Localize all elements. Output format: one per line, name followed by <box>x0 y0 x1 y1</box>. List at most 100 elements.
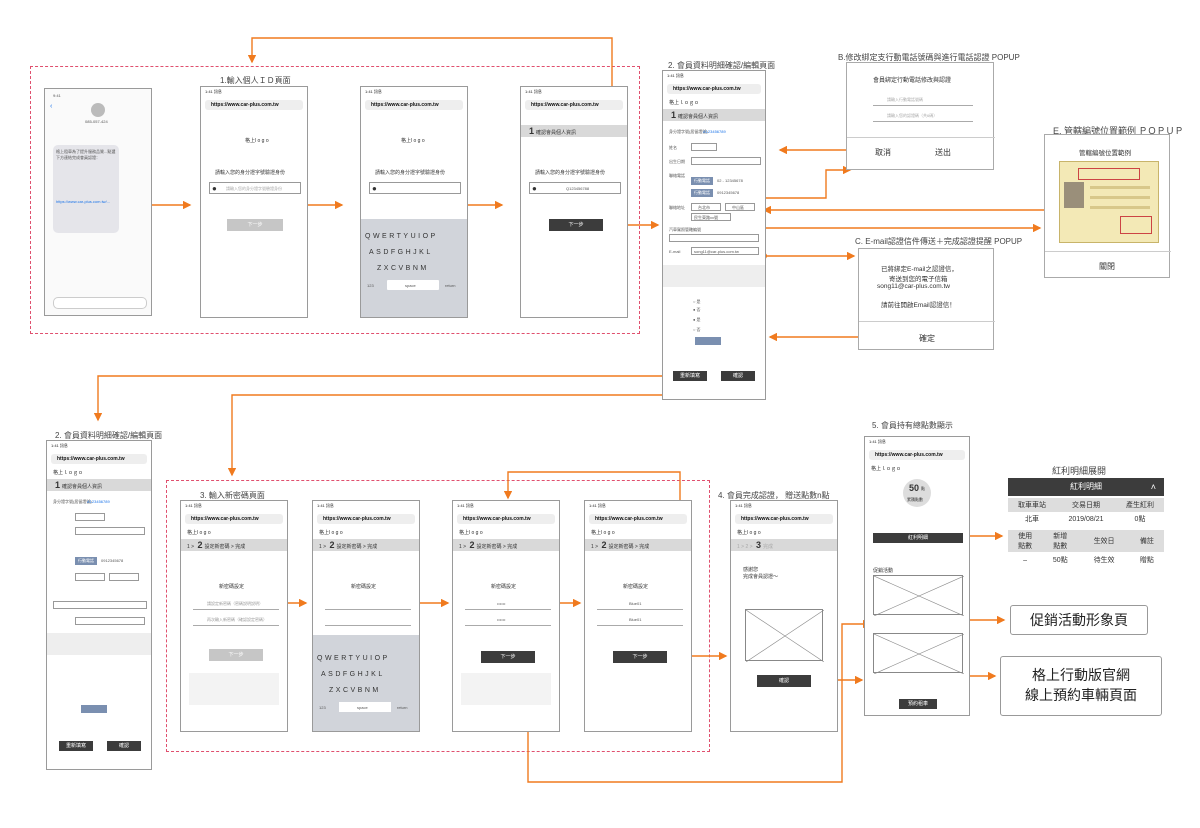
url-bar[interactable]: https://www.car-plus.com.tw <box>185 514 283 524</box>
activity-banner-2 <box>873 633 964 674</box>
kb-row3[interactable]: ZXCVBNM <box>329 687 381 694</box>
next-button[interactable]: 下一步 <box>481 651 535 663</box>
pw-phone-1: 1:41 訊息 https://www.car-plus.com.tw 格上l … <box>180 500 288 732</box>
reset-button[interactable]: 重新填寫 <box>59 741 93 751</box>
kb-space[interactable]: space <box>387 280 439 290</box>
bonus-table-header[interactable]: 紅利明細 ˄ <box>1008 478 1164 496</box>
name-field[interactable] <box>75 513 105 521</box>
url-bar[interactable]: https://www.car-plus.com.tw <box>51 454 147 464</box>
url-bar[interactable]: https://www.car-plus.com.tw <box>589 514 687 524</box>
kb-123[interactable]: 123 <box>319 705 326 710</box>
kb-return[interactable]: return <box>445 283 455 288</box>
pw-ph-1: 請設定新密碼（密碼說明說明） <box>207 601 263 606</box>
city-select[interactable]: 台北市 <box>691 203 721 211</box>
url-bar[interactable]: https://www.car-plus.com.tw <box>525 100 623 110</box>
book-button[interactable]: 預約租車 <box>899 699 937 709</box>
home-phone: 02 - 12345678 <box>717 178 743 183</box>
popup-c-line2: 寄送到您的電子信箱 <box>889 276 948 283</box>
id-input[interactable]: ● 請輸入您的身分證字號驗證身份 <box>209 182 301 194</box>
city-select[interactable] <box>75 573 105 581</box>
step-bar: 1 > 2 設定新密碼 > 完成 <box>585 539 691 551</box>
bonus-detail-button[interactable]: 紅利明細 <box>873 533 963 543</box>
pw-field-2[interactable] <box>465 625 551 626</box>
popup-c-ok[interactable]: 確定 <box>919 333 935 344</box>
pw-field-2[interactable] <box>325 625 411 626</box>
detail-phone-bottom: 1:41 訊息 https://www.car-plus.com.tw 格上ｌｏ… <box>46 440 152 770</box>
license-field[interactable] <box>53 601 147 609</box>
license-label: 汽車駕照管轄編號 <box>669 227 701 232</box>
pw-value-1: Blue01 <box>629 601 642 606</box>
keyboard[interactable]: QWERTYUIOP ASDFGHJKL ZXCVBNM 123 space r… <box>361 219 467 317</box>
dist-select[interactable]: 中山區 <box>725 203 755 211</box>
pw-field-2[interactable] <box>193 625 279 626</box>
keyboard[interactable]: QWERTYUIOP ASDFGHJKL ZXCVBNM 123 space r… <box>313 635 419 731</box>
kb-space[interactable]: space <box>339 702 391 712</box>
url-bar[interactable]: https://www.car-plus.com.tw <box>457 514 555 524</box>
web-callout: 格上行動版官網 線上預約車輛頁面 <box>1000 656 1162 716</box>
kb-row1[interactable]: QWERTYUIOP <box>317 655 390 662</box>
bday-field[interactable] <box>75 527 145 535</box>
cell-note: 贈點 <box>1139 557 1154 564</box>
pw-field-2[interactable] <box>597 625 683 626</box>
pw-field-1[interactable] <box>193 609 279 610</box>
sms-input[interactable] <box>53 297 147 309</box>
status: 1:41 訊息 <box>525 89 542 94</box>
status: 1:41 訊息 <box>51 443 68 448</box>
name-field[interactable] <box>691 143 717 151</box>
next-button[interactable]: 下一步 <box>549 219 603 231</box>
kb-row2[interactable]: ASDFGHJKL <box>369 249 433 256</box>
bday-field[interactable] <box>691 157 761 165</box>
next-button[interactable]: 下一步 <box>613 651 667 663</box>
popup-b-field1[interactable] <box>873 105 973 106</box>
url-bar[interactable]: https://www.car-plus.com.tw <box>317 514 415 524</box>
name-label: 姓名 <box>669 145 677 150</box>
sms-link[interactable]: https://www.car-plus.com.tw/... <box>56 199 116 204</box>
popup-e-close[interactable]: 關閉 <box>1099 261 1115 272</box>
pw-field-1[interactable] <box>465 609 551 610</box>
reset-button[interactable]: 重新填寫 <box>673 371 707 381</box>
kb-row1[interactable]: QWERTYUIOP <box>365 233 438 240</box>
status: 1:41 訊息 <box>185 503 202 508</box>
pw-field-1[interactable] <box>597 609 683 610</box>
street-field[interactable]: 民生東路xx號 <box>691 213 731 221</box>
url-bar[interactable]: https://www.car-plus.com.tw <box>869 450 965 460</box>
next-button[interactable]: 下一步 <box>209 649 263 661</box>
cell-effective: 待生效 <box>1093 557 1115 564</box>
url-bar[interactable]: https://www.car-plus.com.tw <box>205 100 303 110</box>
kb-return[interactable]: return <box>397 705 407 710</box>
chevron-up-icon[interactable]: ˄ <box>1151 478 1156 496</box>
popup-b-send[interactable]: 送出 <box>935 147 951 158</box>
url-bar[interactable]: https://www.car-plus.com.tw <box>365 100 463 110</box>
sms-phone: 9:41 ‹ 085-057-424 格上租車為了提升服務品質...點選下方連結… <box>44 88 152 316</box>
url-bar[interactable]: https://www.car-plus.com.tw <box>735 514 833 524</box>
id-phone-3: 1:41 訊息 https://www.car-plus.com.tw 1 確認會… <box>520 86 628 318</box>
confirm-button[interactable]: 確認 <box>107 741 141 751</box>
popup-b-cancel[interactable]: 取消 <box>875 147 891 158</box>
pw-field-1[interactable] <box>325 609 411 610</box>
popup-b-field2[interactable] <box>873 121 973 122</box>
id-phone-2: 1:41 訊息 https://www.car-plus.com.tw 格上l … <box>360 86 468 318</box>
email-field[interactable] <box>75 617 145 625</box>
step-bar: 1 確認會員個人資訊 <box>521 125 627 137</box>
user-icon: ● <box>532 184 537 193</box>
id-placeholder: 請輸入您的身分證字號驗證身份 <box>226 186 282 191</box>
radio-group[interactable]: ○ 是 ● 否 ● 是 ○ 否 <box>669 297 761 341</box>
sms-status: 9:41 <box>53 93 61 98</box>
kb-row2[interactable]: ASDFGHJKL <box>321 671 385 678</box>
id-input[interactable]: ● <box>369 182 461 194</box>
sms-sender: 085-057-424 <box>85 119 108 124</box>
sms-back-icon[interactable]: ‹ <box>50 103 52 110</box>
dist-select[interactable] <box>109 573 139 581</box>
email-field[interactable]: song11@car-plus.com.tw <box>691 247 759 255</box>
id-input[interactable]: ● Q123456788 <box>529 182 621 194</box>
cell-date: 2019/08/21 <box>1068 515 1104 523</box>
license-field[interactable] <box>669 234 759 242</box>
kb-row3[interactable]: ZXCVBNM <box>377 265 429 272</box>
url-bar[interactable]: https://www.car-plus.com.tw <box>667 84 761 94</box>
mobile-verify-tag <box>695 337 721 345</box>
popup-b-divider <box>847 137 995 138</box>
kb-123[interactable]: 123 <box>367 283 374 288</box>
confirm-button[interactable]: 確認 <box>721 371 755 381</box>
next-button[interactable]: 下一步 <box>227 219 283 231</box>
ok-button[interactable]: 確認 <box>757 675 811 687</box>
